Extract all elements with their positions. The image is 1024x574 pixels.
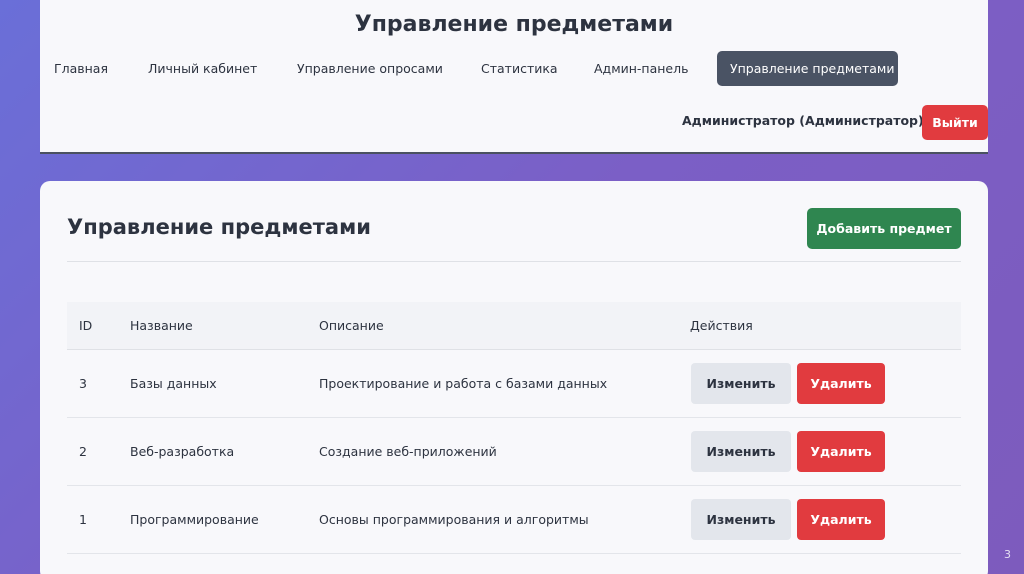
nav-profile[interactable]: Личный кабинет: [135, 51, 270, 86]
nav-home[interactable]: Главная: [41, 51, 121, 86]
logout-button[interactable]: Выйти: [922, 105, 988, 140]
nav-surveys[interactable]: Управление опросами: [284, 51, 456, 86]
table-row: 1 Программирование Основы программирован…: [67, 486, 961, 554]
column-name: Название: [130, 318, 193, 333]
cell-name: Программирование: [130, 512, 259, 527]
edit-button[interactable]: Изменить: [691, 363, 791, 404]
cell-id: 3: [79, 376, 87, 391]
nav-subjects[interactable]: Управление предметами: [717, 51, 898, 86]
cell-name: Веб-разработка: [130, 444, 235, 459]
subjects-table: ID Название Описание Действия 3 Базы дан…: [67, 302, 961, 554]
cell-description: Создание веб-приложений: [319, 444, 497, 459]
cell-description: Основы программирования и алгоритмы: [319, 512, 589, 527]
delete-button[interactable]: Удалить: [797, 499, 885, 540]
cell-id: 2: [79, 444, 87, 459]
cell-id: 1: [79, 512, 87, 527]
nav-admin-panel[interactable]: Админ-панель: [581, 51, 701, 86]
column-id: ID: [79, 318, 93, 333]
column-description: Описание: [319, 318, 384, 333]
column-actions: Действия: [690, 318, 753, 333]
nav-statistics[interactable]: Статистика: [468, 51, 571, 86]
header: Управление предметами Главная Личный каб…: [40, 0, 988, 154]
page-title: Управление предметами: [67, 215, 371, 239]
table-header: ID Название Описание Действия: [67, 302, 961, 350]
edit-button[interactable]: Изменить: [691, 431, 791, 472]
site-title: Управление предметами: [354, 12, 674, 37]
table-row: 2 Веб-разработка Создание веб-приложений…: [67, 418, 961, 486]
delete-button[interactable]: Удалить: [797, 363, 885, 404]
add-subject-button[interactable]: Добавить предмет: [807, 208, 961, 249]
cell-description: Проектирование и работа с базами данных: [319, 376, 608, 391]
cell-name: Базы данных: [130, 376, 217, 391]
current-user: Администратор (Администратор): [682, 113, 924, 128]
divider: [67, 261, 961, 262]
table-row: 3 Базы данных Проектирование и работа с …: [67, 350, 961, 418]
main-nav: Главная Личный кабинет Управление опроса…: [40, 51, 988, 86]
slide-number: 3: [1004, 548, 1011, 561]
edit-button[interactable]: Изменить: [691, 499, 791, 540]
delete-button[interactable]: Удалить: [797, 431, 885, 472]
